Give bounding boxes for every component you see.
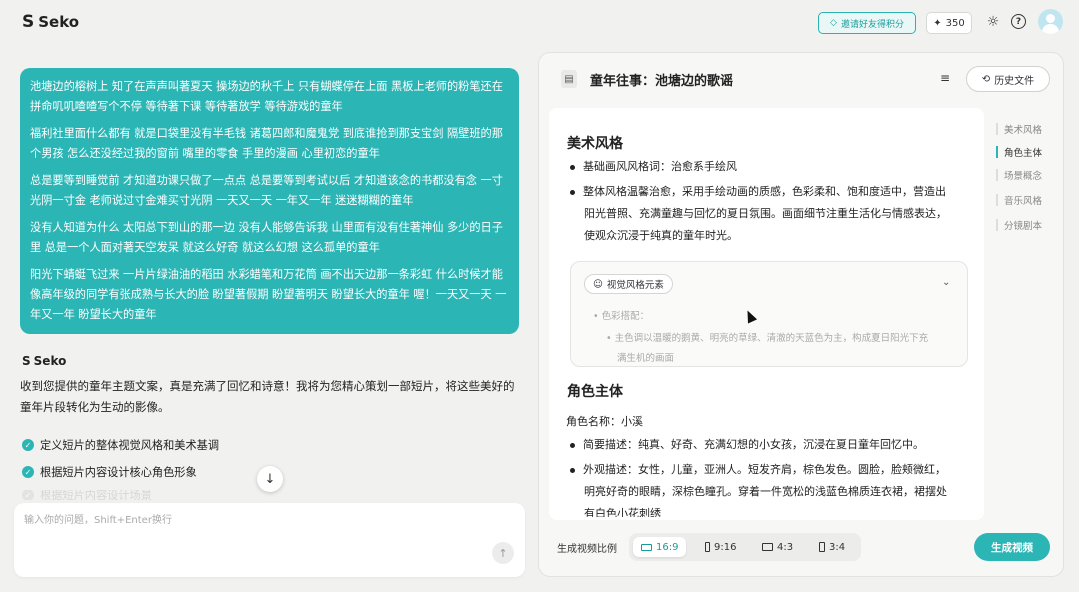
toc-indicator bbox=[996, 194, 998, 206]
bullet-item: 基础画风风格词：治愈系手绘风 bbox=[570, 156, 737, 178]
bullet-text: 简要描述：纯真、好奇、充满幻想的小女孩，沉浸在夏日童年回忆中。 bbox=[583, 438, 924, 451]
bot-reply: 收到您提供的童年主题文案，真是充满了回忆和诗意！我将为您精心策划一部短片，将这些… bbox=[20, 379, 515, 414]
check-icon: ✓ bbox=[22, 439, 34, 451]
user-message-paragraph: 总是要等到睡觉前 才知道功课只做了一点点 总是要等到考试以后 才知道该念的书都没… bbox=[30, 174, 503, 207]
todo-item: ✓ 根据短片内容设计核心角色形象 bbox=[22, 464, 197, 480]
invite-button[interactable]: ◇ 邀请好友得积分 bbox=[818, 12, 916, 34]
send-icon: ↑ bbox=[498, 546, 508, 560]
diamond-icon: ◇ bbox=[830, 18, 837, 28]
history-button[interactable]: ⟲ 历史文件 bbox=[966, 66, 1050, 92]
bullet-dot bbox=[570, 467, 575, 473]
top-bar: S Seko ◇ 邀请好友得积分 ✦ 350 ☼ ? bbox=[0, 0, 1079, 44]
landscape-icon bbox=[762, 543, 773, 551]
visual-style-line: • 主色调以温暖的鹅黄、明亮的草绿、清澈的天蓝色为主，构成夏日阳光下充 bbox=[606, 333, 929, 344]
bullet-text-continued: 明亮好奇的眼睛，深棕色瞳孔。穿着一件宽松的浅蓝色棉质连衣裙，裙摆处 bbox=[584, 485, 947, 498]
avatar-body bbox=[1042, 24, 1059, 34]
toc-item-scene[interactable]: 场景概念 bbox=[1004, 168, 1042, 182]
toc-item-storyboard[interactable]: 分镜剧本 bbox=[1004, 218, 1042, 232]
sparkle-icon: ✦ bbox=[933, 17, 942, 29]
app-logo[interactable]: S Seko bbox=[22, 12, 79, 32]
ratio-option-label: 9:16 bbox=[714, 541, 737, 553]
chat-input[interactable] bbox=[24, 511, 494, 541]
todo-label: 根据短片内容设计核心角色形象 bbox=[40, 466, 197, 479]
todo-label: 根据短片内容设计场景 bbox=[40, 490, 152, 500]
visual-style-text: 色彩搭配： bbox=[601, 311, 650, 322]
palette-icon: ☺ bbox=[593, 278, 603, 290]
ratio-option-4-3[interactable]: 4:3 bbox=[754, 537, 801, 557]
ratio-option-label: 4:3 bbox=[777, 541, 794, 553]
document-title: 童年往事：池塘边的歌谣 bbox=[590, 74, 734, 89]
toc-indicator-active bbox=[996, 146, 998, 158]
bullet-item: 外观描述：女性，儿童，亚洲人。短发齐肩，棕色发色。圆脸，脸颊微红， bbox=[570, 459, 946, 481]
toc-indicator bbox=[996, 219, 998, 231]
portrait-icon bbox=[819, 542, 825, 552]
visual-style-tag: ☺ 视觉风格元素 bbox=[584, 274, 673, 294]
todo-item: ✓ 定义短片的整体视觉风格和美术基调 bbox=[22, 437, 219, 453]
ratio-label: 生成视频比例 bbox=[557, 544, 617, 555]
ratio-option-label: 3:4 bbox=[829, 541, 846, 553]
chevron-down-icon[interactable]: ⌄ bbox=[942, 277, 950, 288]
help-icon[interactable]: ? bbox=[1011, 14, 1026, 29]
outline-icon[interactable]: ≡ bbox=[940, 71, 950, 85]
user-message-paragraph: 池塘边的榕树上 知了在声声叫著夏天 操场边的秋千上 只有蝴蝶停在上面 黑板上老师… bbox=[30, 80, 503, 113]
visual-style-line: 满生机的画面 bbox=[617, 353, 675, 362]
chat-input-box bbox=[14, 503, 525, 577]
credits-count: 350 bbox=[945, 17, 965, 29]
visual-style-text: 主色调以温暖的鹅黄、明亮的草绿、清澈的天蓝色为主，构成夏日阳光下充 bbox=[614, 333, 929, 344]
scroll-down-button[interactable]: ↓ bbox=[257, 466, 283, 492]
seko-logo-icon: S bbox=[22, 12, 35, 32]
portrait-icon bbox=[705, 542, 710, 552]
toc-item-music[interactable]: 音乐风格 bbox=[1004, 193, 1042, 207]
ratio-option-9-16[interactable]: 9:16 bbox=[697, 537, 744, 557]
sun-icon[interactable]: ☼ bbox=[984, 13, 1002, 31]
toc-item-character[interactable]: 角色主体 bbox=[1004, 145, 1042, 159]
arrow-down-icon: ↓ bbox=[264, 471, 276, 487]
user-message-paragraph: 没有人知道为什么 太阳总下到山的那一边 没有人能够告诉我 山里面有没有住著神仙 … bbox=[30, 221, 503, 254]
todo-label: 定义短片的整体视觉风格和美术基调 bbox=[40, 439, 220, 452]
ratio-option-label: 16:9 bbox=[656, 541, 679, 553]
visual-style-tag-label: 视觉风格元素 bbox=[606, 280, 664, 291]
seko-logo-icon: S bbox=[22, 354, 31, 368]
landscape-icon bbox=[641, 543, 652, 551]
bullet-dot bbox=[570, 164, 575, 170]
bullet-text: 基础画风风格词：治愈系手绘风 bbox=[583, 160, 737, 173]
bullet-text: 外观描述：女性，儿童，亚洲人。短发齐肩，棕色发色。圆脸，脸颊微红， bbox=[583, 463, 946, 476]
toc-indicator bbox=[996, 169, 998, 181]
user-message-bubble: 池塘边的榕树上 知了在声声叫著夏天 操场边的秋千上 只有蝴蝶停在上面 黑板上老师… bbox=[20, 68, 519, 334]
avatar-head bbox=[1046, 14, 1055, 23]
section-heading-art: 美术风格 bbox=[567, 136, 623, 152]
invite-label: 邀请好友得积分 bbox=[840, 19, 904, 30]
bot-name-label: Seko bbox=[33, 354, 67, 368]
todo-item: ✓ 根据短片内容设计场景 bbox=[22, 490, 152, 500]
credits-button[interactable]: ✦ 350 bbox=[926, 12, 972, 34]
app-name: Seko bbox=[38, 13, 80, 31]
user-message-paragraph: 福利社里面什么都有 就是口袋里没有半毛钱 诸葛四郎和魔鬼党 到底谁抢到那支宝剑 … bbox=[30, 127, 503, 160]
ratio-option-16-9[interactable]: 16:9 bbox=[633, 537, 687, 557]
user-message-paragraph: 阳光下蜻蜓飞过来 一片片绿油油的稻田 水彩蜡笔和万花筒 画不出天边那一条彩虹 什… bbox=[30, 268, 507, 321]
bullet-text-continued: 阳光普照、充满童趣与回忆的夏日氛围。画面细节注重生活化与情感表达， bbox=[584, 207, 947, 220]
history-icon: ⟲ bbox=[981, 73, 991, 85]
generate-video-button[interactable]: 生成视频 bbox=[974, 533, 1050, 561]
avatar[interactable] bbox=[1038, 9, 1063, 34]
toc-indicator bbox=[996, 123, 998, 135]
bullet-item: 简要描述：纯真、好奇、充满幻想的小女孩，沉浸在夏日童年回忆中。 bbox=[570, 434, 924, 456]
history-label: 历史文件 bbox=[994, 75, 1035, 87]
bullet-text: 整体风格温馨治愈，采用手绘动画的质感，色彩柔和、饱和度适中，营造出 bbox=[583, 185, 946, 198]
toc-item-art[interactable]: 美术风格 bbox=[1004, 122, 1042, 136]
bullet-item: 整体风格温馨治愈，采用手绘动画的质感，色彩柔和、饱和度适中，营造出 bbox=[570, 181, 946, 203]
bot-name: S Seko bbox=[22, 354, 66, 368]
bullet-text-continued: 使观众沉浸于纯真的童年时光。 bbox=[584, 229, 738, 242]
ratio-option-3-4[interactable]: 3:4 bbox=[811, 537, 853, 557]
section-heading-character: 角色主体 bbox=[567, 384, 623, 400]
bullet-text-continued: 有白色小花刺绣 bbox=[584, 507, 661, 517]
bullet-dot bbox=[570, 442, 575, 448]
send-button[interactable]: ↑ bbox=[492, 542, 514, 564]
visual-style-line: • 色彩搭配： bbox=[593, 311, 650, 322]
document-icon: ▤ bbox=[561, 70, 577, 88]
character-name: 角色名称：小溪 bbox=[566, 415, 643, 428]
check-icon: ✓ bbox=[22, 490, 34, 500]
check-icon: ✓ bbox=[22, 466, 34, 478]
bullet-dot bbox=[570, 189, 575, 195]
